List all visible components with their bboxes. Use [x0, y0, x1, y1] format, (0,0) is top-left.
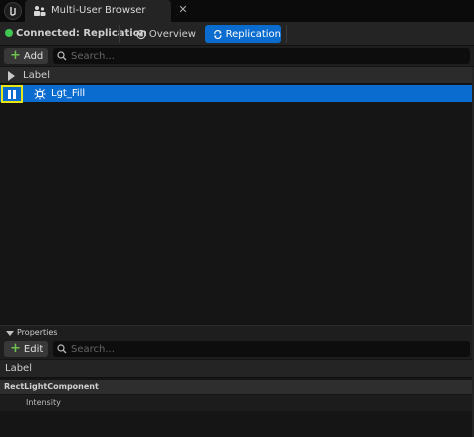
row-label: Lgt_Fill — [51, 88, 86, 99]
add-button[interactable]: + Add — [4, 48, 48, 64]
search-input[interactable] — [71, 50, 451, 62]
replication-button[interactable]: Replication — [205, 25, 281, 43]
add-label: Add — [23, 50, 44, 62]
search-icon — [57, 344, 67, 354]
connection-status-dot — [5, 29, 13, 37]
tree-row[interactable]: Lgt_Fill — [0, 85, 474, 103]
handle-bar — [13, 89, 16, 99]
property-row[interactable]: Intensity — [0, 395, 474, 411]
title-bar: Multi-User Browser ✕ — [0, 0, 474, 22]
connection-status: Connected: Replication — [16, 28, 147, 39]
tab-title: Multi-User Browser — [51, 5, 146, 16]
browser-toolbar: + Add — [0, 46, 474, 66]
edit-button[interactable]: + Edit — [4, 341, 48, 357]
collapse-arrow-icon[interactable] — [6, 331, 14, 336]
light-icon — [34, 88, 46, 100]
object-tree: Lgt_Fill — [0, 85, 474, 323]
unreal-logo-icon[interactable] — [4, 2, 22, 20]
category-label: RectLightComponent — [4, 382, 99, 391]
replication-icon — [214, 29, 222, 39]
handle-bar — [8, 89, 11, 99]
properties-search-box[interactable] — [53, 341, 470, 357]
search-box[interactable] — [53, 48, 470, 64]
search-icon — [57, 51, 67, 61]
properties-header[interactable]: Properties — [0, 325, 474, 339]
empty-area — [0, 411, 474, 437]
overview-label: Overview — [148, 28, 196, 40]
overview-button[interactable]: Overview — [132, 25, 196, 43]
property-label: Intensity — [26, 398, 61, 407]
plus-icon: + — [10, 341, 21, 356]
expand-arrow-icon[interactable] — [8, 71, 15, 81]
label-column-title: Label — [23, 70, 50, 81]
properties-title: Properties — [17, 328, 58, 337]
tab-multi-user-browser[interactable]: Multi-User Browser ✕ — [25, 0, 188, 22]
label-column-header: Label — [0, 360, 474, 378]
drag-handle[interactable] — [1, 85, 23, 103]
users-icon — [34, 6, 46, 16]
replication-label: Replication — [225, 28, 281, 40]
tree-column-header[interactable]: Label — [0, 67, 474, 84]
plus-icon: + — [10, 48, 21, 63]
divider — [286, 25, 287, 43]
properties-toolbar: + Edit — [0, 339, 474, 359]
close-icon[interactable]: ✕ — [177, 4, 189, 16]
category-row[interactable]: RectLightComponent — [0, 380, 474, 394]
overview-icon — [136, 29, 146, 39]
session-bar: Connected: Replication Overview Replicat… — [0, 22, 474, 46]
divider — [119, 25, 120, 43]
properties-search-input[interactable] — [71, 343, 451, 355]
edit-label: Edit — [23, 343, 44, 355]
label-column-title: Label — [5, 363, 32, 374]
